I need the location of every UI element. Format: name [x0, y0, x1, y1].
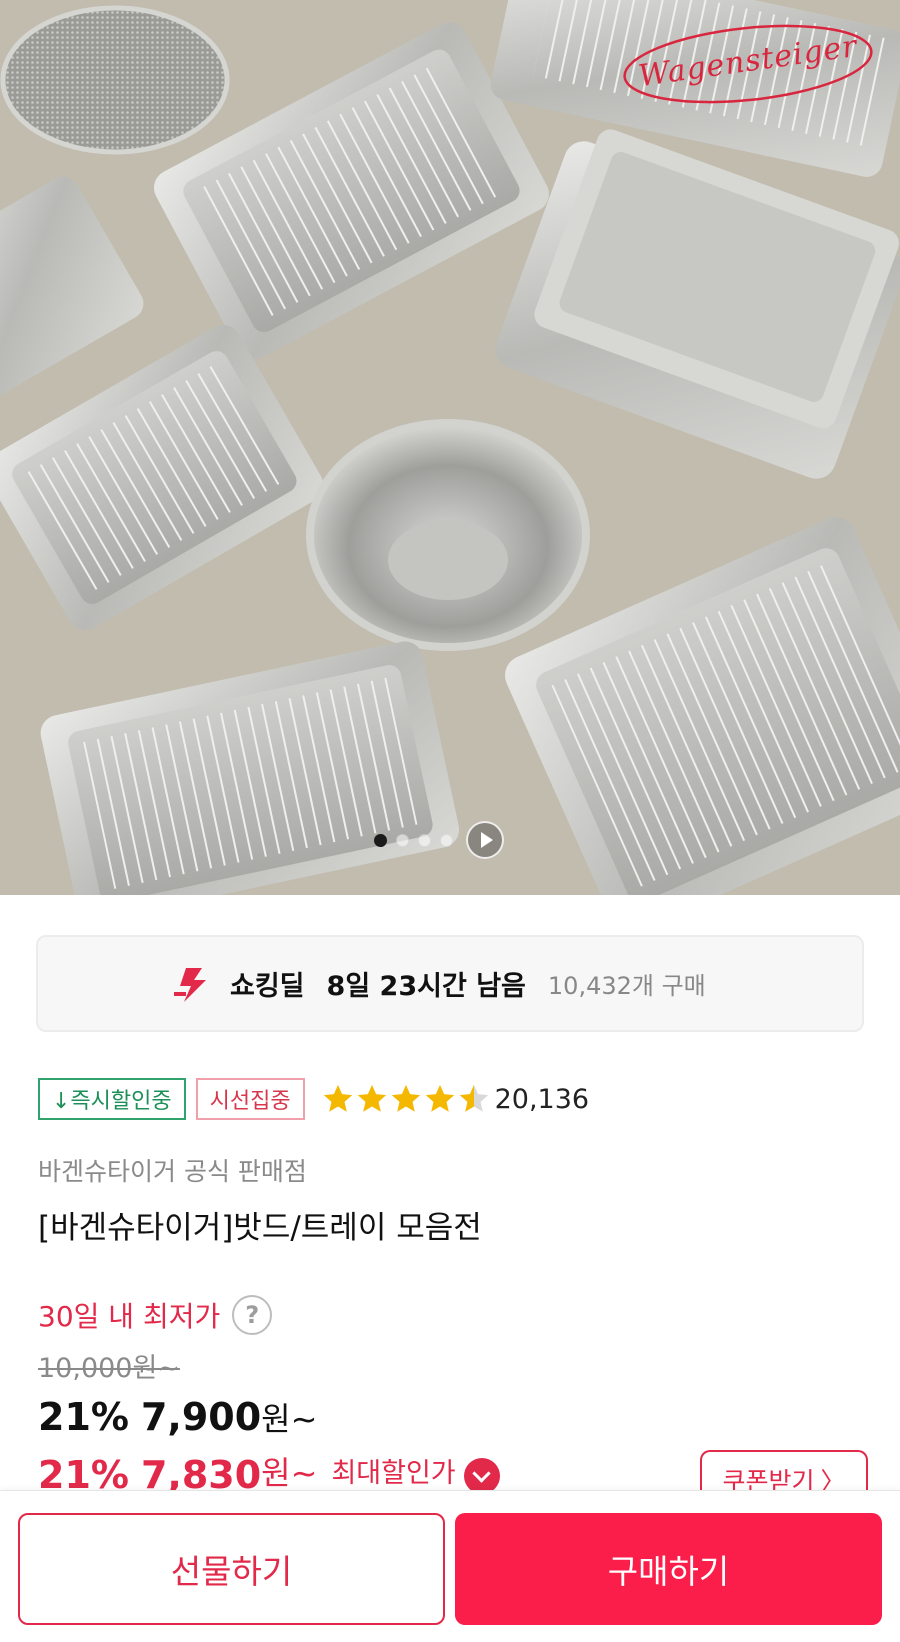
coupon-button-label: 쿠폰받기 — [722, 1467, 815, 1490]
lowest-price-row: 30일 내 최저가 ? — [38, 1295, 273, 1335]
carousel-dot[interactable] — [418, 833, 431, 847]
coupon-button[interactable]: 쿠폰받기 〉 — [700, 1450, 868, 1490]
shocking-deal-banner[interactable]: 쇼킹딜 8일 23시간 남음 10,432개 구매 — [36, 935, 864, 1032]
deal-time-remaining: 8일 23시간 남음 — [326, 971, 526, 1002]
sale-price: 7,900 — [140, 1395, 262, 1439]
product-photo — [0, 0, 900, 895]
carousel-indicator — [374, 821, 504, 859]
max-discount-unit: 원~ — [261, 1456, 318, 1490]
lightning-icon — [174, 967, 206, 1002]
attention-badge: 시선집중 — [195, 1078, 305, 1120]
brand-watermark: Wagensteiger — [618, 14, 878, 110]
help-icon[interactable]: ? — [232, 1295, 273, 1335]
product-image-carousel[interactable]: Wagensteiger — [0, 0, 900, 895]
original-price: 10,000원~ — [38, 1353, 180, 1384]
carousel-dot[interactable] — [374, 833, 387, 847]
product-title: [바겐슈타이거]밧드/트레이 모음전 — [38, 1210, 482, 1246]
instant-discount-badge: ↓즉시할인중 — [38, 1078, 186, 1120]
max-discount-row[interactable]: 21% 7,830 원~ 최대할인가 — [38, 1456, 500, 1490]
gift-button[interactable]: 선물하기 — [18, 1513, 445, 1625]
badge-row: ↓즉시할인중 시선집중 20,136 — [38, 1078, 589, 1120]
star-icon — [391, 1084, 420, 1112]
review-count: 20,136 — [494, 1083, 590, 1115]
max-discount-label: 최대할인가 — [331, 1458, 456, 1489]
buy-button[interactable]: 구매하기 — [455, 1513, 882, 1625]
max-discount-price: 7,830 — [140, 1456, 262, 1490]
bottom-action-bar: 선물하기 구매하기 — [0, 1490, 900, 1642]
play-icon[interactable] — [466, 821, 504, 859]
max-discount-percent: 21% — [38, 1456, 129, 1490]
star-rating[interactable]: 20,136 — [321, 1082, 589, 1116]
deal-title: 쇼킹딜 — [230, 971, 305, 1002]
carousel-dot[interactable] — [440, 833, 453, 847]
seller-name[interactable]: 바겐슈타이거 공식 판매점 — [38, 1152, 307, 1188]
sale-price-row: 21% 7,900 원~ — [38, 1394, 317, 1440]
star-icon — [425, 1084, 454, 1112]
carousel-dot[interactable] — [396, 833, 409, 847]
chevron-down-icon[interactable] — [463, 1458, 500, 1490]
sale-percent: 21% — [38, 1395, 129, 1439]
chevron-right-icon: 〉 — [820, 1467, 846, 1490]
star-icon — [323, 1084, 352, 1112]
half-star-icon — [459, 1084, 488, 1112]
lowest-price-label: 30일 내 최저가 — [38, 1300, 221, 1333]
star-icon — [357, 1084, 386, 1112]
sale-price-unit: 원~ — [261, 1400, 318, 1438]
purchase-count: 10,432개 구매 — [547, 972, 706, 1000]
